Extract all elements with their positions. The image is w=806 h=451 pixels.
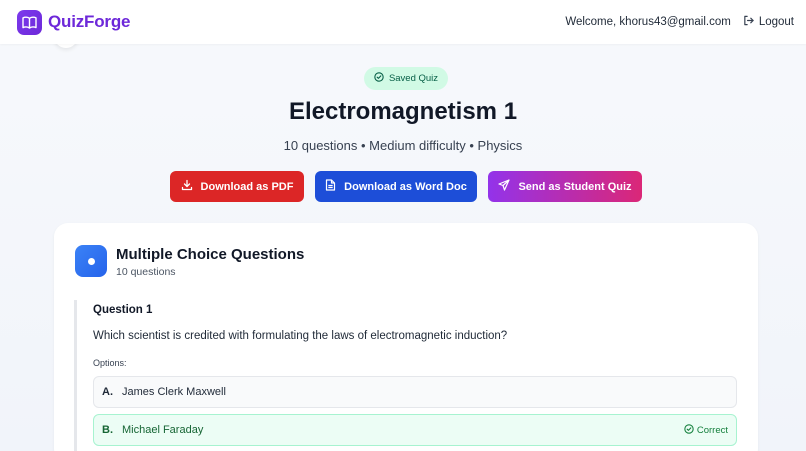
option-b[interactable]: B. Michael Faraday Correct [93, 414, 737, 446]
download-icon [181, 179, 193, 194]
options-label: Options: [93, 358, 127, 368]
option-letter: A. [102, 386, 113, 398]
question-block: Question 1 Which scientist is credited w… [74, 300, 738, 451]
option-text: James Clerk Maxwell [122, 386, 226, 398]
check-circle-icon [374, 72, 384, 85]
download-pdf-label: Download as PDF [200, 180, 294, 193]
questions-card: Multiple Choice Questions 10 questions Q… [54, 223, 758, 451]
welcome-text: Welcome, khorus43@gmail.com [565, 16, 731, 28]
download-pdf-button[interactable]: Download as PDF [170, 171, 304, 202]
download-word-label: Download as Word Doc [344, 180, 467, 193]
correct-indicator: Correct [684, 415, 728, 445]
option-a[interactable]: A. James Clerk Maxwell [93, 376, 737, 408]
section-count: 10 questions [116, 266, 176, 278]
correct-label: Correct [696, 424, 728, 436]
download-word-button[interactable]: Download as Word Doc [315, 171, 477, 202]
option-letter: B. [102, 424, 113, 436]
question-label: Question 1 [93, 304, 153, 316]
logout-button[interactable]: Logout [743, 15, 794, 29]
logout-icon [743, 15, 754, 29]
brand[interactable]: QuizForge [17, 9, 131, 35]
send-quiz-label: Send as Student Quiz [518, 180, 632, 193]
check-circle-icon [684, 423, 694, 437]
section-title: Multiple Choice Questions [116, 246, 305, 263]
quiz-title: Electromagnetism 1 [288, 98, 518, 125]
book-icon [17, 9, 42, 35]
circle-dot-icon [75, 245, 107, 277]
send-icon [498, 179, 511, 194]
badge-label: Saved Quiz [388, 73, 439, 84]
quiz-meta: 10 questions • Medium difficulty • Physi… [283, 138, 523, 153]
brand-name: QuizForge [48, 12, 131, 31]
logout-label: Logout [758, 16, 794, 28]
question-text: Which scientist is credited with formula… [93, 330, 508, 342]
option-text: Michael Faraday [122, 424, 204, 436]
top-nav: QuizForge Welcome, khorus43@gmail.com Lo… [0, 0, 806, 44]
send-student-quiz-button[interactable]: Send as Student Quiz [488, 171, 642, 202]
document-icon [325, 179, 336, 194]
saved-quiz-badge: Saved Quiz [364, 67, 448, 90]
